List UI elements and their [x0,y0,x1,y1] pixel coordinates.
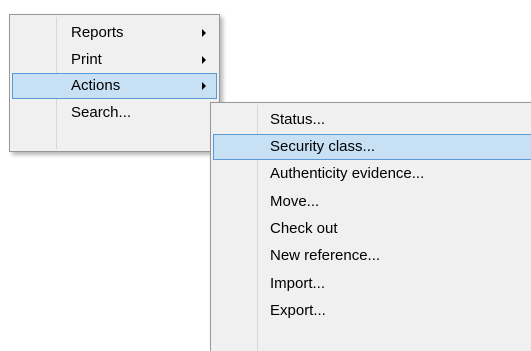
menu-item-security-class[interactable]: Security class... [213,134,531,160]
menu-item-label: Actions [71,77,121,94]
actions-submenu: Status... Security class... Authenticity… [210,102,531,351]
submenu-arrow-icon [202,56,206,64]
menu-item-export[interactable]: Export... [213,298,531,324]
menu-item-check-out[interactable]: Check out [213,216,531,242]
menu-item-new-reference[interactable]: New reference... [213,243,531,269]
menu-item-label: Reports [71,24,124,41]
menu-item-label: Export... [270,302,326,319]
menu-item-print[interactable]: Print [12,47,217,73]
menu-item-status[interactable]: Status... [213,107,531,133]
submenu-arrow-icon [202,29,206,37]
menu-item-authenticity-evidence[interactable]: Authenticity evidence... [213,161,531,187]
menu-item-label: Authenticity evidence... [270,165,425,182]
menu-item-label: Move... [270,193,320,210]
menu-item-import[interactable]: Import... [213,271,531,297]
menu-item-label: Import... [270,275,326,292]
menu-item-actions[interactable]: Actions [12,73,217,99]
menu-item-label: Check out [270,220,338,237]
menu-item-label: Security class... [270,138,376,155]
menu-item-label: Search... [71,104,132,121]
menu-item-label: Status... [270,111,326,128]
context-menu: Reports Print Actions Search... [9,14,220,152]
menu-item-reports[interactable]: Reports [12,20,217,46]
submenu-arrow-icon [202,82,206,90]
menu-item-move[interactable]: Move... [213,189,531,215]
menu-item-label: Print [71,51,102,68]
menu-item-label: New reference... [270,247,381,264]
menu-item-search[interactable]: Search... [12,100,217,126]
